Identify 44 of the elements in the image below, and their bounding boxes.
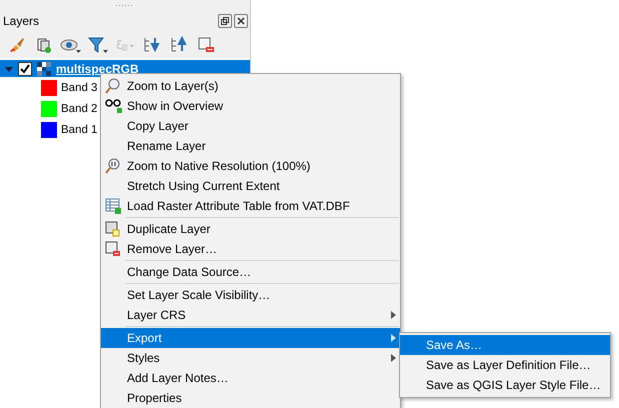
menu-item[interactable]: Layer CRS [101, 305, 400, 325]
close-icon [237, 17, 245, 25]
collapse-all-icon [170, 36, 188, 54]
drag-handle-icon [115, 4, 135, 6]
duplicate-layer-icon [105, 221, 121, 237]
menu-item[interactable]: Stretch Using Current Extent [101, 176, 400, 196]
menu-item[interactable]: Properties [101, 388, 400, 408]
menu-item[interactable]: Add Layer Notes… [101, 368, 400, 388]
magnifier-icon [105, 158, 121, 174]
menu-item[interactable]: Change Data Source… [101, 262, 400, 282]
menu-item[interactable]: Save As… [400, 335, 610, 355]
panel-title: Layers [3, 14, 40, 28]
menu-item[interactable]: Zoom to Layer(s) [101, 76, 400, 96]
menu-item[interactable]: Save as QGIS Layer Style File… [400, 375, 610, 395]
float-button[interactable] [218, 14, 232, 28]
raster-icon [37, 62, 51, 76]
menu-item[interactable]: Show in Overview [101, 96, 400, 116]
menu-item[interactable]: Copy Layer [101, 116, 400, 136]
menu-item[interactable]: Save as Layer Definition File… [400, 355, 610, 375]
menu-item[interactable]: Duplicate Layer [101, 219, 400, 239]
menu-item[interactable]: Export [101, 328, 400, 348]
menu-item[interactable]: Zoom to Native Resolution (100%) [101, 156, 400, 176]
band-label: Band 1 [61, 124, 98, 136]
band-label: Band 2 [61, 102, 98, 114]
filter-icon [87, 36, 109, 54]
glasses-icon [105, 98, 123, 114]
paintbrush-icon [8, 36, 26, 54]
menu-item[interactable]: Set Layer Scale Visibility… [101, 285, 400, 305]
menu-item[interactable]: Rename Layer [101, 136, 400, 156]
band-label: Band 3 [61, 82, 98, 94]
menu-item[interactable]: Styles [101, 348, 400, 368]
expand-all-icon [143, 36, 161, 54]
checkmark-icon [20, 64, 30, 74]
menu-item[interactable]: Load Raster Attribute Table from VAT.DBF [101, 196, 400, 216]
layer-name: multispecRGB [56, 62, 139, 76]
float-icon [221, 17, 229, 25]
add-group-icon [35, 36, 53, 54]
remove-layer-icon [197, 36, 215, 54]
magnifier-icon [105, 78, 121, 94]
menu-item[interactable]: Remove Layer… [101, 239, 400, 259]
remove-layer-icon [105, 241, 121, 257]
visibility-checkbox[interactable] [18, 62, 32, 76]
table-icon [105, 198, 121, 214]
close-button[interactable] [234, 14, 248, 28]
